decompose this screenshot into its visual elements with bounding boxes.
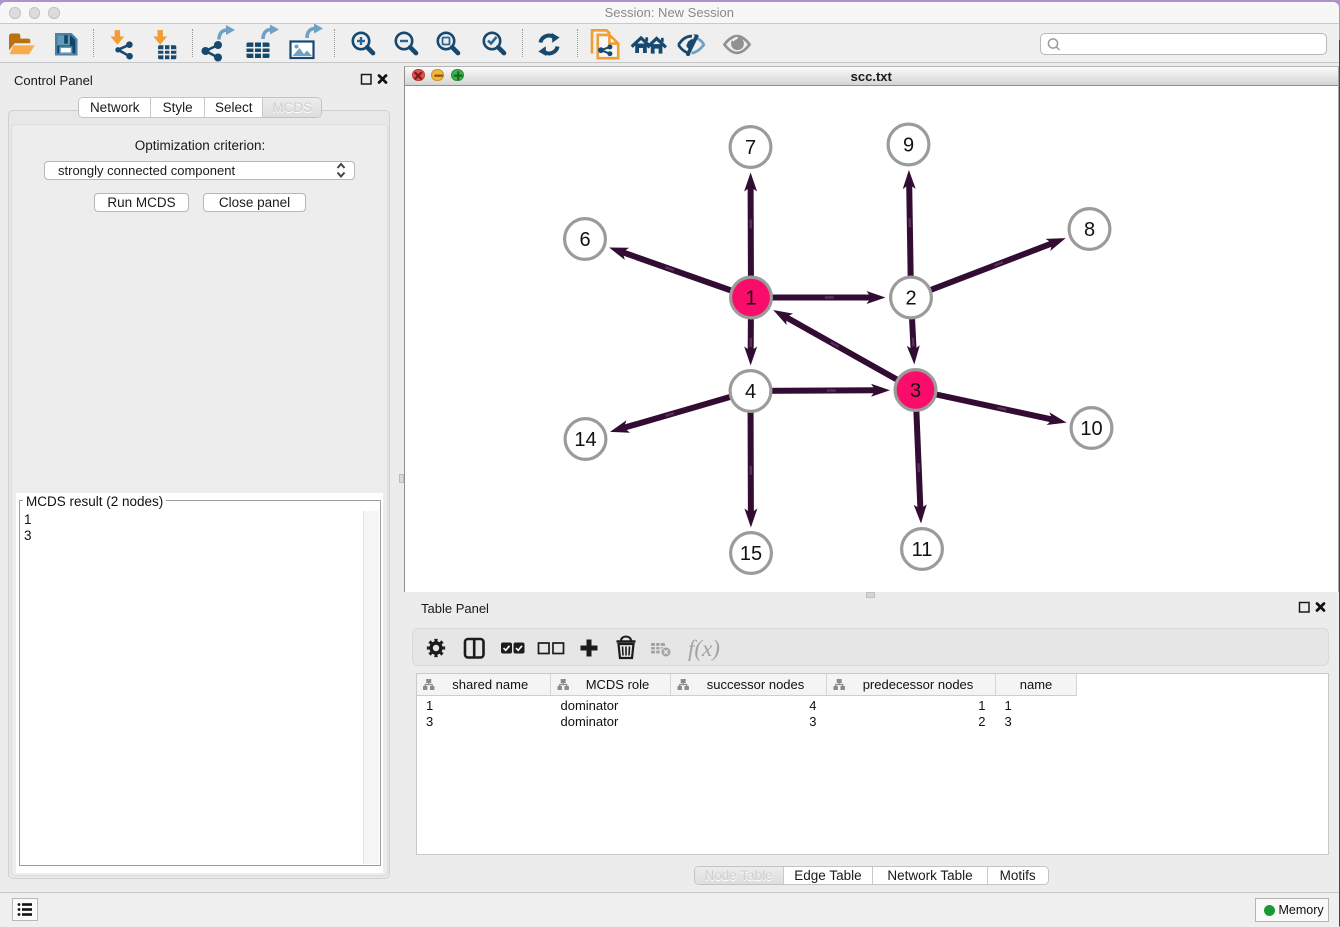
svg-text:6: 6	[579, 229, 590, 251]
svg-text:15: 15	[739, 543, 761, 565]
svg-text:f(x): f(x)	[688, 636, 720, 661]
svg-text:11: 11	[911, 539, 932, 561]
svg-text:10: 10	[1080, 418, 1102, 440]
svg-text:14: 14	[574, 429, 596, 451]
svg-text:9: 9	[902, 134, 913, 156]
svg-text:2: 2	[905, 287, 916, 309]
svg-text:4: 4	[744, 381, 755, 403]
svg-text:7: 7	[744, 137, 755, 159]
svg-text:8: 8	[1083, 219, 1094, 241]
svg-text:1: 1	[745, 287, 756, 309]
svg-text:3: 3	[909, 380, 920, 402]
